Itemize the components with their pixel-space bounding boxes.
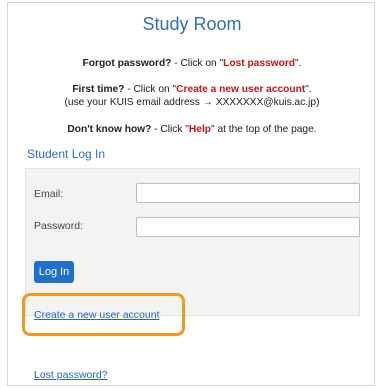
help-emphasis: Help — [188, 124, 211, 135]
first-time-text: - Click on " — [124, 84, 177, 95]
first-time-heading: First time? — [72, 84, 125, 95]
email-field[interactable] — [136, 183, 360, 203]
forgot-password-heading: Forgot password? — [82, 58, 172, 69]
password-label: Password: — [34, 220, 84, 232]
password-field[interactable] — [136, 217, 360, 237]
first-time-suffix: ". — [305, 84, 312, 95]
help-suffix: " at the top of the page. — [211, 124, 317, 135]
forgot-password-text: - Click on " — [171, 58, 224, 69]
help-instruction: Don't know how? - Click "Help" at the to… — [0, 124, 384, 135]
first-time-instruction: First time? - Click on "Create a new use… — [0, 84, 384, 95]
create-account-emphasis: Create a new user account — [176, 84, 306, 95]
help-text: - Click " — [151, 124, 189, 135]
login-button[interactable]: Log In — [34, 261, 74, 283]
forgot-password-instruction: Forgot password? - Click on "Lost passwo… — [0, 58, 384, 69]
email-label: Email: — [34, 188, 64, 200]
page-title: Study Room — [142, 14, 242, 34]
email-hint: (use your KUIS email address → XXXXXXX@k… — [64, 97, 320, 108]
lost-password-emphasis: Lost password — [223, 58, 296, 69]
lost-password-link[interactable]: Lost password? — [34, 369, 108, 381]
create-account-link[interactable]: Create a new user account — [34, 309, 160, 321]
forgot-password-suffix: ". — [295, 58, 302, 69]
help-heading: Don't know how? — [67, 124, 152, 135]
student-login-heading: Student Log In — [27, 147, 106, 161]
